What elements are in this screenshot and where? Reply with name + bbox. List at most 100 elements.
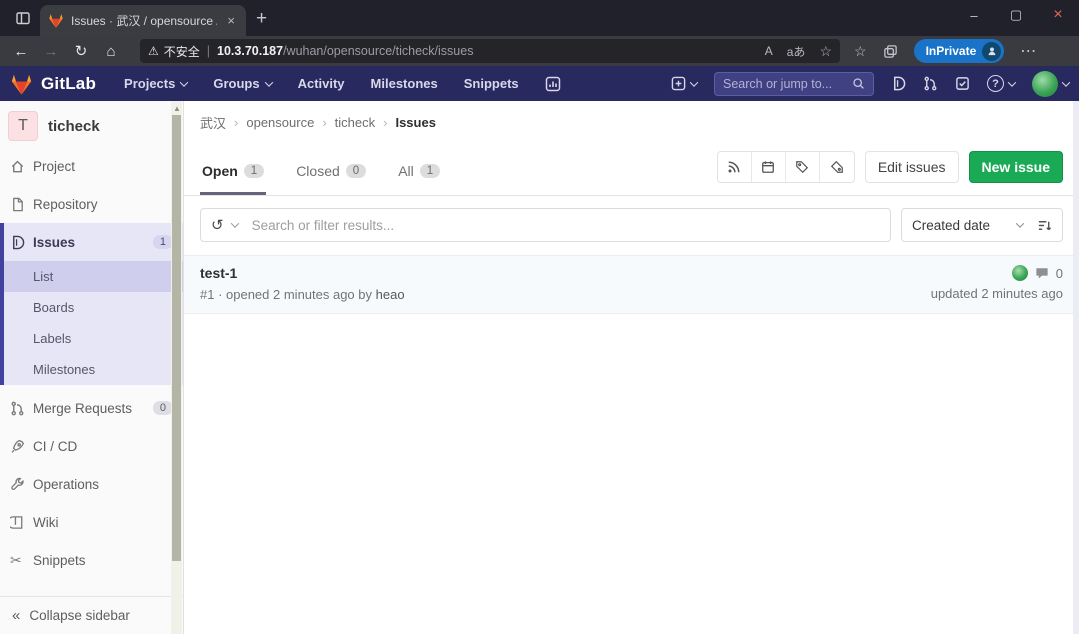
- sidebar-item-merge-requests[interactable]: Merge Requests 0: [0, 389, 183, 427]
- sidebar-subitem-boards[interactable]: Boards: [4, 292, 183, 323]
- recent-searches-icon[interactable]: ↺: [211, 216, 224, 234]
- new-tab-button[interactable]: +: [256, 8, 267, 30]
- gitlab-menu: Projects Groups Activity Milestones Snip…: [124, 76, 561, 92]
- add-favorite-icon[interactable]: ☆: [819, 43, 832, 60]
- comment-count: 0: [1056, 266, 1063, 281]
- issue-meta: #1 · opened 2 minutes ago by heao: [200, 287, 931, 302]
- issue-author-link[interactable]: heao: [376, 287, 405, 302]
- charts-icon[interactable]: [545, 76, 561, 92]
- plus-square-icon: [671, 76, 686, 91]
- sidebar-item-issues[interactable]: Issues 1: [4, 223, 183, 261]
- profile-avatar: [982, 42, 1001, 61]
- sidebar-subitem-milestones[interactable]: Milestones: [4, 354, 183, 385]
- issue-list-row[interactable]: test-1 #1 · opened 2 minutes ago by heao…: [184, 255, 1079, 314]
- minimize-button[interactable]: –: [953, 0, 995, 30]
- help-menu[interactable]: ?: [987, 75, 1015, 92]
- close-button[interactable]: ×: [1037, 0, 1079, 30]
- breadcrumb: 武汉 › opensource › ticheck › Issues: [184, 101, 1079, 140]
- forward-icon[interactable]: →: [36, 43, 66, 60]
- menu-snippets[interactable]: Snippets: [464, 76, 519, 91]
- browser-toolbar: ← → ↻ ⌂ ⚠ 不安全 | 10.3.70.187/wuhan/openso…: [0, 36, 1079, 66]
- new-menu[interactable]: [671, 76, 697, 91]
- merge-requests-icon[interactable]: [923, 76, 938, 91]
- collapse-sidebar-button[interactable]: « Collapse sidebar: [0, 596, 183, 634]
- todos-icon[interactable]: [955, 76, 970, 91]
- rss-icon: [727, 160, 741, 174]
- sort-dropdown[interactable]: Created date: [901, 208, 1063, 242]
- refresh-icon[interactable]: ↻: [66, 42, 96, 60]
- inprivate-badge[interactable]: InPrivate: [914, 39, 1005, 63]
- chevron-down-icon[interactable]: [230, 219, 238, 227]
- issues-dashboard-icon[interactable]: [891, 76, 906, 91]
- chevron-down-icon: [1016, 219, 1024, 227]
- rss-button[interactable]: [718, 152, 752, 182]
- assignee-avatar[interactable]: [1012, 265, 1028, 281]
- sidebar-item-repository[interactable]: Repository: [0, 185, 183, 223]
- calendar-button[interactable]: [752, 152, 786, 182]
- project-name: ticheck: [48, 118, 100, 135]
- maximize-button[interactable]: ▢: [995, 0, 1037, 30]
- favorites-icon[interactable]: ☆: [854, 43, 867, 60]
- sidebar-scrollbar[interactable]: ▲: [171, 101, 182, 634]
- warning-icon: ⚠: [148, 44, 159, 58]
- global-search[interactable]: [714, 72, 874, 96]
- gitlab-logo-icon: [10, 73, 33, 95]
- filter-search-box[interactable]: ↺: [200, 208, 891, 242]
- tab-all[interactable]: All 1: [396, 149, 442, 195]
- sidebar-item-snippets[interactable]: ✂ Snippets: [0, 541, 183, 579]
- page-body: T ticheck Project Repository: [0, 101, 1079, 634]
- label-button[interactable]: [786, 152, 820, 182]
- page-scrollbar[interactable]: [1073, 101, 1079, 634]
- issue-updated: updated 2 minutes ago: [931, 286, 1063, 301]
- label-icon: [795, 160, 809, 174]
- collections-icon[interactable]: [883, 44, 898, 59]
- menu-milestones[interactable]: Milestones: [371, 76, 438, 91]
- sidebar-item-operations[interactable]: Operations: [0, 465, 183, 503]
- gitlab-brand[interactable]: GitLab: [10, 73, 96, 95]
- back-icon[interactable]: ←: [6, 43, 36, 60]
- more-menu-icon[interactable]: ⋯: [1020, 41, 1036, 61]
- new-issue-button[interactable]: New issue: [969, 151, 1063, 183]
- issue-state-tabs: Open 1 Closed 0 All 1: [200, 149, 442, 195]
- comments-icon: [1035, 267, 1049, 280]
- menu-groups[interactable]: Groups: [213, 76, 271, 91]
- translate-icon[interactable]: aあ: [787, 43, 806, 60]
- issue-main: test-1 #1 · opened 2 minutes ago by heao: [200, 265, 931, 302]
- scroll-up-icon[interactable]: ▲: [173, 104, 181, 113]
- breadcrumb-subgroup[interactable]: opensource: [246, 115, 314, 130]
- tab-closed[interactable]: Closed 0: [294, 149, 368, 195]
- tab-title: Issues · 武汉 / opensource / tich: [71, 12, 217, 29]
- address-bar[interactable]: ⚠ 不安全 | 10.3.70.187/wuhan/opensource/tic…: [140, 39, 840, 63]
- issue-title-link[interactable]: test-1: [200, 265, 931, 281]
- gitlab-brand-name: GitLab: [41, 74, 96, 94]
- edit-issues-button[interactable]: Edit issues: [865, 151, 959, 183]
- browser-tab[interactable]: Issues · 武汉 / opensource / tich ×: [40, 5, 246, 36]
- label-up-button[interactable]: [820, 152, 854, 182]
- merge-requests-icon: [10, 401, 25, 416]
- vertical-tabs-icon: [15, 10, 31, 26]
- url-text: 10.3.70.187/wuhan/opensource/ticheck/iss…: [217, 44, 758, 58]
- sidebar-item-cicd[interactable]: CI / CD: [0, 427, 183, 465]
- read-aloud-icon[interactable]: A: [765, 44, 773, 58]
- search-input[interactable]: [723, 77, 846, 91]
- menu-activity[interactable]: Activity: [298, 76, 345, 91]
- sidebar-subitem-labels[interactable]: Labels: [4, 323, 183, 354]
- menu-projects[interactable]: Projects: [124, 76, 187, 91]
- window-controls: – ▢ ×: [953, 0, 1079, 30]
- vertical-tabs-button[interactable]: [6, 3, 40, 33]
- chevron-down-icon: [1062, 78, 1070, 86]
- sort-direction-button[interactable]: [1037, 218, 1052, 233]
- sidebar-item-wiki[interactable]: Wiki: [0, 503, 183, 541]
- sidebar-subitem-list[interactable]: List: [4, 261, 183, 292]
- tab-close-icon[interactable]: ×: [224, 13, 238, 28]
- tab-open[interactable]: Open 1: [200, 149, 266, 195]
- url-host: 10.3.70.187: [217, 44, 283, 58]
- sidebar-item-project[interactable]: Project: [0, 147, 183, 185]
- breadcrumb-project[interactable]: ticheck: [335, 115, 375, 130]
- home-icon[interactable]: ⌂: [96, 43, 126, 60]
- sidebar-scrollbar-thumb[interactable]: [172, 115, 181, 561]
- breadcrumb-group[interactable]: 武汉: [200, 113, 226, 132]
- user-menu[interactable]: [1032, 71, 1069, 97]
- filter-input[interactable]: [252, 218, 880, 233]
- project-header[interactable]: T ticheck: [0, 101, 183, 147]
